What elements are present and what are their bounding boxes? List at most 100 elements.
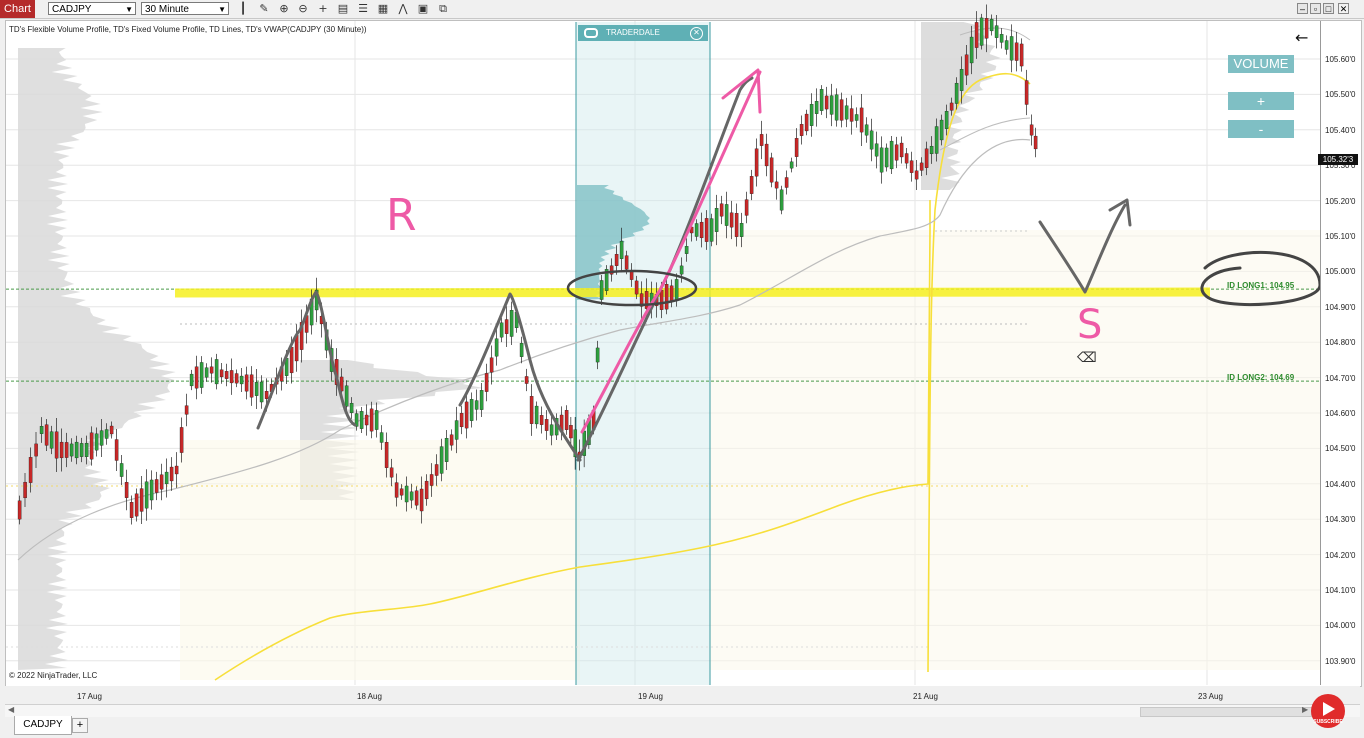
candle-body — [839, 99, 844, 121]
volume-minus-button[interactable]: - — [1228, 120, 1294, 138]
price-label: 105.20'0 — [1325, 196, 1356, 206]
candle-body — [944, 111, 949, 129]
candle-body — [889, 140, 894, 170]
candle-body — [534, 405, 539, 425]
chart-canvas[interactable] — [0, 0, 1364, 738]
candle-body — [189, 373, 194, 387]
price-label: 104.40'0 — [1325, 479, 1356, 489]
price-label: 105.10'0 — [1325, 232, 1356, 241]
candle-body — [664, 283, 669, 310]
instrument-tab[interactable]: CADJPY — [14, 716, 72, 735]
candle-body — [934, 126, 939, 154]
candle-body — [229, 370, 234, 384]
candle-body — [524, 376, 529, 384]
price-label: 105.60'0 — [1325, 55, 1356, 64]
candle-body — [399, 488, 404, 496]
time-label: 19 Aug — [638, 692, 663, 701]
scroll-left-icon[interactable]: ◀ — [8, 705, 14, 714]
candle-body — [539, 415, 544, 425]
candle-body — [169, 466, 174, 482]
candle-body — [994, 25, 999, 38]
candle-body — [359, 411, 364, 429]
candle-body — [874, 143, 879, 157]
price-label: 104.10'0 — [1325, 586, 1356, 595]
candle-body — [959, 69, 964, 91]
candle-body — [949, 102, 954, 111]
price-label: 104.30'0 — [1325, 515, 1356, 525]
scroll-right-icon[interactable]: ▶ — [1302, 705, 1308, 714]
candle-body — [1019, 43, 1024, 67]
candle-body — [989, 18, 994, 32]
time-label: 17 Aug — [77, 692, 102, 701]
level-label-long1: ID LONG1: 104.95 — [1227, 281, 1295, 290]
candle-body — [859, 107, 864, 133]
candle-body — [364, 414, 369, 426]
candle-body — [999, 34, 1004, 43]
candle-body — [54, 431, 59, 459]
candle-body — [704, 218, 709, 242]
candle-body — [769, 157, 774, 183]
candle-body — [74, 441, 79, 459]
candle-body — [759, 134, 764, 146]
candle-body — [254, 382, 259, 396]
candle-body — [829, 95, 834, 115]
candle-body — [184, 405, 189, 415]
scrollbar-thumb[interactable] — [1140, 707, 1312, 717]
candle-body — [484, 373, 489, 392]
candle-body — [489, 357, 494, 373]
candle-body — [914, 170, 919, 180]
time-label: 23 Aug — [1198, 692, 1223, 701]
candle-body — [429, 474, 434, 486]
candle-body — [59, 441, 64, 459]
candle-body — [864, 124, 869, 136]
price-label: 104.80'0 — [1325, 338, 1356, 348]
candle-body — [499, 322, 504, 338]
candle-body — [624, 255, 629, 270]
candle-body — [1009, 36, 1014, 61]
candle-body — [784, 177, 789, 188]
youtube-subscribe-badge[interactable]: SUBSCRIBE — [1311, 694, 1345, 728]
candle-body — [909, 160, 914, 173]
candle-body — [244, 374, 249, 392]
candle-body — [39, 426, 44, 434]
candle-body — [814, 101, 819, 114]
candle-body — [144, 481, 149, 509]
candle-body — [28, 457, 33, 483]
candle-body — [129, 502, 134, 518]
candle-body — [89, 432, 94, 460]
candle-body — [164, 471, 169, 485]
price-label: 104.90'0 — [1325, 302, 1356, 312]
candle-body — [49, 431, 54, 449]
candle-body — [904, 153, 909, 164]
candle-body — [1004, 40, 1009, 50]
candle-body — [264, 391, 269, 399]
candle-body — [884, 147, 889, 168]
candle-body — [834, 94, 839, 121]
candle-body — [194, 366, 199, 389]
back-arrow-icon[interactable]: ← — [1295, 28, 1308, 47]
candle-body — [774, 181, 779, 189]
candle-body — [595, 347, 600, 363]
candle-body — [569, 425, 573, 439]
candle-body — [469, 399, 474, 421]
annotation-r: R — [386, 190, 417, 241]
candle-body — [549, 424, 554, 436]
candle-body — [64, 442, 69, 458]
pink-arrow-head — [721, 68, 762, 114]
price-label: 105.50'0 — [1325, 90, 1356, 100]
candle-body — [44, 424, 49, 446]
price-label: 104.50'0 — [1325, 444, 1356, 454]
candle-body — [179, 427, 184, 453]
candle-body — [434, 464, 439, 476]
candle-body — [779, 189, 784, 211]
close-icon[interactable]: ✕ — [690, 27, 703, 40]
add-tab-button[interactable]: + — [72, 718, 88, 733]
candle-body — [699, 221, 704, 239]
candle-body — [684, 246, 689, 254]
candle-body — [634, 280, 639, 295]
candle-body — [214, 359, 219, 385]
volume-plus-button[interactable]: + — [1228, 92, 1294, 110]
candle-body — [679, 265, 684, 275]
candle-body — [854, 114, 859, 121]
time-axis[interactable] — [5, 686, 1360, 704]
